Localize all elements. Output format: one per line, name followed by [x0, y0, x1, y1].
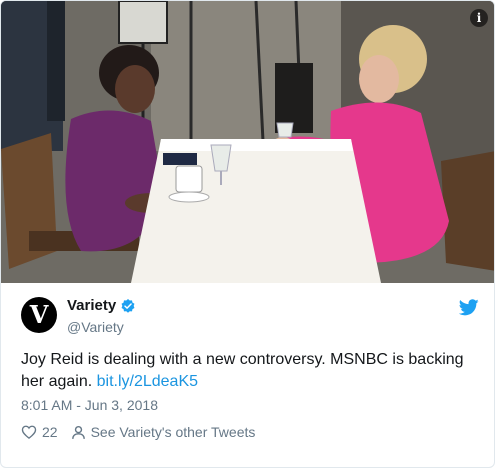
see-other-tweets-link[interactable]: See Variety's other Tweets — [70, 423, 256, 441]
twitter-bird-icon[interactable] — [459, 299, 479, 316]
author-names: Variety @Variety — [67, 297, 136, 336]
like-count: 22 — [42, 424, 58, 440]
tweet-photo[interactable]: i — [1, 1, 494, 283]
tweet-header: V Variety @Variety — [21, 297, 481, 337]
see-other-tweets-label: See Variety's other Tweets — [90, 424, 256, 440]
display-name-row: Variety — [67, 297, 136, 315]
tweet-card[interactable]: i V Variety @Variety Joy Reid is dealing… — [0, 0, 495, 468]
tweet-body: Joy Reid is dealing with a new controver… — [21, 351, 464, 390]
avatar[interactable]: V — [21, 297, 57, 333]
tweet-actions: 22 See Variety's other Tweets — [21, 423, 255, 441]
user-handle[interactable]: @Variety — [67, 318, 136, 336]
avatar-logo: V — [29, 300, 49, 329]
heart-icon — [21, 425, 37, 439]
info-icon[interactable]: i — [470, 9, 488, 27]
interview-scene — [1, 1, 494, 283]
timestamp[interactable]: 8:01 AM - Jun 3, 2018 — [21, 396, 158, 414]
verified-badge-icon — [121, 299, 135, 313]
display-name[interactable]: Variety — [67, 297, 116, 315]
person-icon — [71, 425, 85, 439]
tweet-link[interactable]: bit.ly/2LdeaK5 — [97, 373, 198, 390]
like-button[interactable]: 22 — [21, 423, 58, 441]
tweet-text: Joy Reid is dealing with a new controver… — [21, 349, 481, 393]
